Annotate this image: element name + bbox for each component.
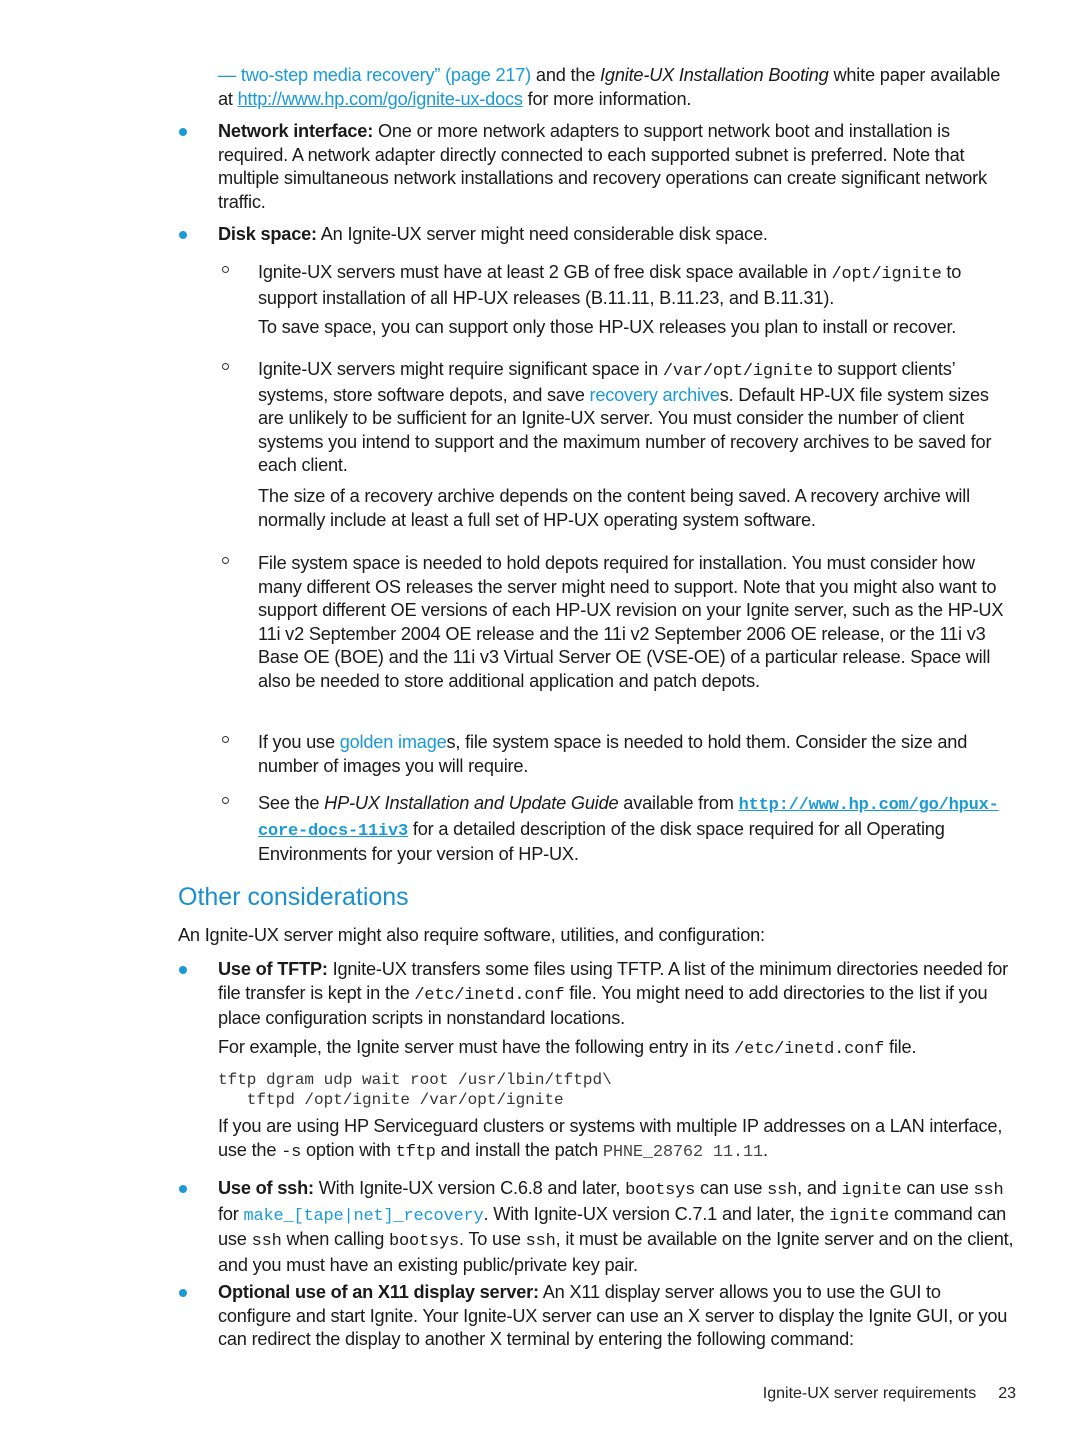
bullet-icon (179, 1289, 187, 1297)
code-line: tftpd /opt/ignite /var/opt/ignite (218, 1091, 564, 1109)
section-intro: An Ignite-UX server might also require s… (178, 925, 765, 945)
file-system-space-item: File system space is needed to hold depo… (258, 553, 1004, 691)
tftp-example: For example, the Ignite server must have… (218, 1037, 917, 1059)
continuation-paragraph: — two-step media recovery” (page 217) an… (218, 65, 1001, 109)
document-page: — two-step media recovery” (page 217) an… (0, 0, 1080, 1438)
sub-bullet-icon (222, 363, 229, 370)
tftp-item: Use of TFTP: Ignite-UX transfers some fi… (218, 959, 1008, 1029)
item-label: Use of TFTP: (218, 959, 328, 979)
item-label: Disk space: (218, 224, 317, 244)
two-step-media-recovery-link[interactable]: — two-step media recovery” (page 217) (218, 65, 531, 85)
bullet-icon (179, 231, 187, 239)
section-heading: Other considerations (178, 883, 409, 911)
disk-space-item: Disk space: An Ignite-UX server might ne… (218, 224, 768, 244)
doc-title: Ignite-UX Installation Booting (600, 65, 829, 85)
installation-guide-item: See the HP-UX Installation and Update Gu… (258, 793, 999, 865)
var-opt-ignite-item: Ignite-UX servers might require signific… (258, 359, 992, 476)
item-label: Use of ssh: (218, 1178, 314, 1198)
sub-bullet-icon (222, 797, 229, 804)
golden-images-item: If you use golden images, file system sp… (258, 732, 968, 776)
item-label: Network interface: (218, 121, 374, 141)
bullet-icon (179, 1185, 187, 1193)
page-number: 23 (998, 1385, 1016, 1402)
doc-title: HP-UX Installation and Update Guide (324, 793, 619, 813)
make-recovery-link[interactable]: make_[tape|net]_recovery (243, 1207, 483, 1226)
opt-ignite-item: Ignite-UX servers must have at least 2 G… (258, 262, 962, 308)
sub-bullet-icon (222, 736, 229, 743)
golden-image-link[interactable]: golden image (340, 732, 447, 752)
ssh-item: Use of ssh: With Ignite-UX version C.6.8… (218, 1178, 1014, 1275)
recovery-archive-note: The size of a recovery archive depends o… (258, 486, 970, 530)
x11-item: Optional use of an X11 display server: A… (218, 1282, 1008, 1350)
bullet-icon (179, 966, 187, 974)
serviceguard-note: If you are using HP Serviceguard cluster… (218, 1116, 1003, 1162)
bullet-icon (179, 128, 187, 136)
page-footer: Ignite-UX server requirements 23 (763, 1385, 1016, 1403)
item-label: Optional use of an X11 display server: (218, 1282, 539, 1302)
network-interface-item: Network interface: One or more network a… (218, 121, 987, 212)
opt-ignite-note: To save space, you can support only thos… (258, 317, 957, 337)
sub-bullet-icon (222, 266, 229, 273)
ignite-ux-docs-link[interactable]: http://www.hp.com/go/ignite-ux-docs (238, 89, 523, 109)
sub-bullet-icon (222, 557, 229, 564)
recovery-archive-link[interactable]: recovery archive (589, 385, 719, 405)
footer-section-title: Ignite-UX server requirements (762, 1385, 977, 1402)
code-line: tftp dgram udp wait root /usr/lbin/tftpd… (218, 1071, 612, 1089)
